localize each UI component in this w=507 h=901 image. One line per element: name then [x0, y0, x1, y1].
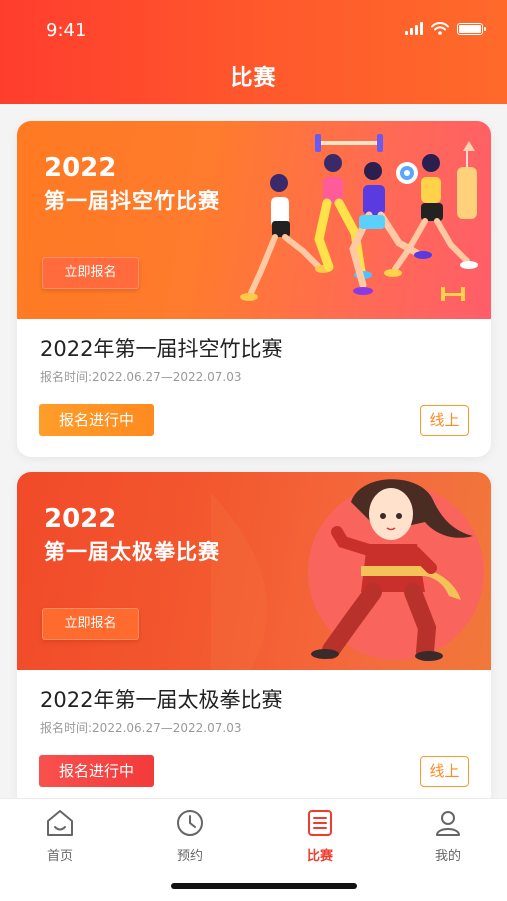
competition-card[interactable]: 2022 第一届太极拳比赛 立即报名 2022年第一届太极拳比赛 报名时间:20…: [17, 472, 491, 808]
tab-competition[interactable]: 比赛: [280, 807, 360, 864]
online-tag: 线上: [420, 405, 469, 436]
tab-label: 首页: [46, 849, 73, 864]
taichi-illustration: [211, 479, 484, 670]
tab-home[interactable]: 首页: [20, 807, 100, 864]
home-indicator: [171, 883, 357, 889]
runners-illustration: [240, 134, 478, 301]
battery-icon: [457, 22, 486, 35]
user-icon: [436, 811, 460, 836]
status-icons: [405, 22, 486, 35]
competition-banner[interactable]: 2022 第一届太极拳比赛 立即报名: [17, 472, 491, 670]
register-now-button[interactable]: 立即报名: [42, 608, 139, 640]
signal-icon: [405, 22, 423, 35]
registration-date: 报名时间:2022.06.27—2022.07.03: [40, 370, 242, 384]
registration-date: 报名时间:2022.06.27—2022.07.03: [40, 721, 242, 735]
register-now-button[interactable]: 立即报名: [42, 257, 139, 289]
competition-icon: [308, 810, 332, 836]
banner-year: 2022: [44, 153, 117, 183]
page-title: 比赛: [230, 66, 277, 91]
status-time: 9:41: [46, 20, 87, 41]
home-icon: [47, 810, 73, 836]
clock-icon: [177, 810, 203, 836]
banner-competition-name: 第一届抖空竹比赛: [44, 189, 220, 213]
tab-label: 我的: [434, 849, 461, 864]
banner-year: 2022: [44, 504, 117, 534]
tab-label: 预约: [176, 849, 203, 864]
competition-card[interactable]: 2022 第一届抖空竹比赛 立即报名 2022年第一届抖空竹比赛 报名时间:20…: [17, 121, 491, 457]
competition-title: 2022年第一届抖空竹比赛: [40, 337, 283, 361]
banner-competition-name: 第一届太极拳比赛: [44, 540, 220, 564]
online-tag: 线上: [420, 756, 469, 787]
tab-mine[interactable]: 我的: [408, 807, 488, 864]
tab-booking[interactable]: 预约: [150, 807, 230, 864]
wifi-icon: [431, 22, 449, 35]
competition-banner[interactable]: 2022 第一届抖空竹比赛 立即报名: [17, 121, 491, 319]
header: 9:41 比赛: [0, 0, 507, 104]
tab-label: 比赛: [306, 849, 333, 864]
competition-title: 2022年第一届太极拳比赛: [40, 688, 283, 712]
registration-status-badge: 报名进行中: [39, 404, 154, 436]
registration-status-badge: 报名进行中: [39, 755, 154, 787]
